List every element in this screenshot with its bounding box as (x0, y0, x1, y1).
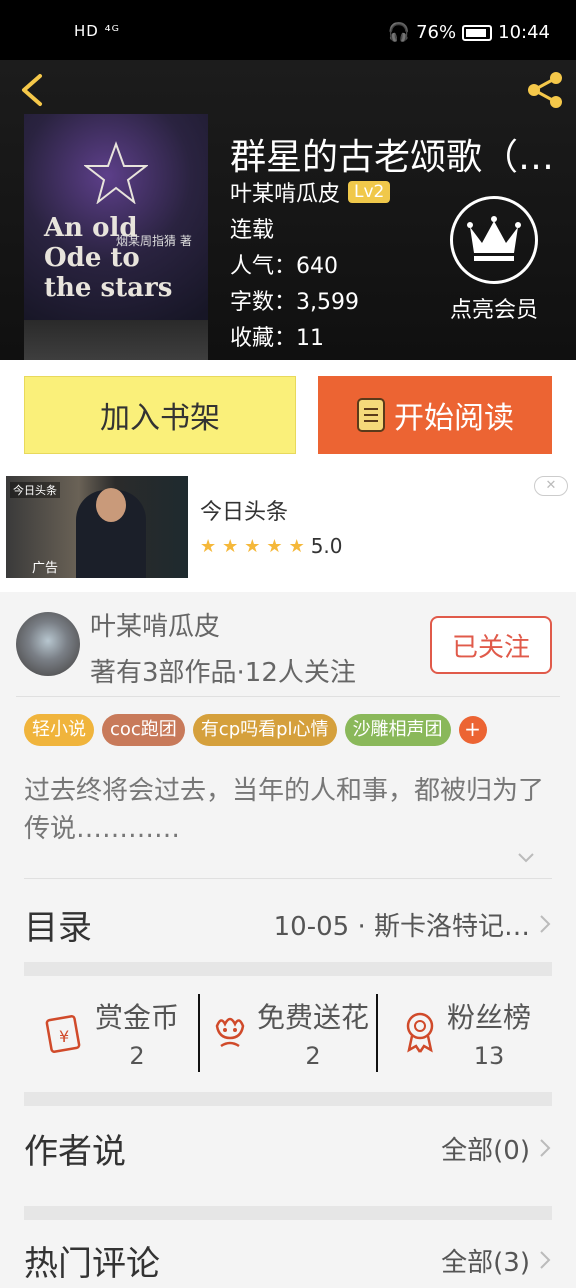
book-icon (357, 398, 385, 432)
hot-comments-all: 全部(3) (441, 1242, 552, 1279)
favorites-count: 收藏：11 (230, 326, 324, 351)
chevron-down-icon[interactable] (516, 848, 536, 868)
cover-author: 烟某周指猜 著 (116, 234, 192, 248)
author-card-name[interactable]: 叶某啃瓜皮 (90, 606, 220, 643)
divider (24, 878, 552, 879)
book-cover[interactable]: An old Ode to the stars 烟某周指猜 著 (24, 114, 208, 360)
popularity: 人气：640 (230, 254, 338, 279)
star-sigil-icon (84, 141, 148, 204)
gift-card-icon: ¥ (45, 1015, 81, 1053)
chevron-right-icon (540, 1139, 551, 1157)
star-icon: ★ (288, 535, 305, 557)
ad-rating: ★ ★ ★ ★ ★ 5.0 (200, 534, 343, 558)
author-says-row[interactable]: 作者说 全部(0) (24, 1120, 552, 1176)
network-indicators: HD ⁴ᴳ (74, 22, 120, 40)
crown-icon (450, 196, 538, 284)
medal-icon (406, 1012, 434, 1053)
flower-icon (215, 1017, 245, 1048)
latest-chapter: 10-05 · 斯卡洛特记… (273, 911, 530, 942)
reward-value: 2 (129, 1042, 145, 1070)
cover-rocks (24, 320, 208, 360)
star-icon: ★ (222, 535, 239, 557)
star-icon: ★ (266, 535, 283, 557)
svg-text:¥: ¥ (59, 1027, 69, 1046)
star-icon: ★ (200, 535, 217, 557)
section-divider (24, 1092, 552, 1106)
action-bar: 加入书架 开始阅读 (0, 360, 576, 470)
vip-button[interactable]: 点亮会员 (446, 196, 542, 324)
share-icon[interactable] (522, 68, 568, 112)
hot-comments-count: 全部(3) (441, 1247, 530, 1278)
flowers-value: 2 (305, 1042, 321, 1070)
section-divider (24, 962, 552, 976)
book-details: 叶某啃瓜皮 著有3部作品·12人关注 已关注 轻小说 coc跑团 有cp吗看pl… (0, 592, 576, 1284)
clock: 10:44 (498, 22, 550, 43)
back-arrow-icon[interactable] (14, 68, 54, 112)
flowers-label: 免费送花 (256, 1001, 369, 1034)
divider (198, 994, 200, 1072)
headphone-icon: 🎧 (387, 22, 411, 43)
fan-ranking[interactable]: 粉丝榜 13 (376, 988, 552, 1088)
add-tag-button[interactable]: + (458, 716, 487, 744)
author-card-stats: 著有3部作品·12人关注 (90, 658, 356, 688)
catalog-label: 目录 (24, 907, 92, 948)
follow-button[interactable]: 已关注 (430, 616, 552, 674)
serial-status: 连载 (230, 218, 275, 243)
ad-rating-value: 5.0 (310, 534, 343, 558)
star-icon: ★ (244, 535, 261, 557)
hot-comments-label: 热门评论 (24, 1243, 160, 1284)
tag-chip[interactable]: 轻小说 (24, 714, 94, 746)
ad-banner[interactable]: 今日头条 广告 今日头条 ★ ★ ★ ★ ★ 5.0 ✕ (0, 470, 576, 592)
catalog-latest: 10-05 · 斯卡洛特记… (274, 906, 552, 943)
send-flowers[interactable]: 免费送花 2 (200, 988, 376, 1088)
ad-close-icon[interactable]: ✕ (534, 476, 568, 496)
vip-label: 点亮会员 (449, 298, 538, 323)
reward-coins[interactable]: ¥ 赏金币 2 (24, 988, 200, 1088)
chevron-right-icon (540, 1251, 551, 1269)
catalog-row[interactable]: 目录 10-05 · 斯卡洛特记… (24, 896, 552, 952)
ad-label: 广告 (32, 561, 59, 576)
level-badge: Lv2 (348, 181, 391, 203)
tag-chip[interactable]: coc跑团 (102, 714, 185, 746)
chevron-right-icon (540, 915, 551, 933)
divider (16, 696, 560, 697)
tag-chip[interactable]: 有cp吗看pl心情 (192, 714, 337, 746)
word-count: 字数：3,599 (230, 290, 359, 315)
battery-percent: 76% (416, 22, 457, 43)
section-divider (24, 1206, 552, 1220)
reward-stats: ¥ 赏金币 2 免费送花 2 粉丝榜 13 (24, 988, 552, 1088)
fans-label: 粉丝榜 (446, 1001, 531, 1034)
battery-icon (462, 24, 493, 41)
author-name[interactable]: 叶某啃瓜皮 (230, 176, 340, 208)
reward-label: 赏金币 (94, 1001, 179, 1034)
author-avatar[interactable] (16, 612, 80, 676)
ad-thumbnail[interactable]: 今日头条 广告 (6, 476, 188, 578)
divider (376, 994, 378, 1072)
author-says-all: 全部(0) (441, 1130, 552, 1167)
book-title: 群星的古老颂歌（… (230, 137, 555, 178)
status-right: 🎧 76% 10:44 (388, 22, 550, 43)
author-says-label: 作者说 (24, 1131, 126, 1172)
author-says-count: 全部(0) (441, 1135, 530, 1166)
tag-list: 轻小说 coc跑团 有cp吗看pl心情 沙雕相声团 + (24, 714, 487, 746)
ad-app-name: 今日头条 (200, 500, 289, 525)
status-bar: HD ⁴ᴳ 🎧 76% 10:44 (0, 0, 576, 60)
cover-title: An old Ode to the stars (44, 213, 173, 303)
fans-value: 13 (473, 1042, 505, 1070)
tag-chip[interactable]: 沙雕相声团 (344, 714, 451, 746)
ad-brand: 今日头条 (10, 482, 60, 498)
book-header: An old Ode to the stars 烟某周指猜 著 群星的古老颂歌（… (0, 60, 576, 360)
start-reading-button[interactable]: 开始阅读 (318, 376, 552, 454)
start-reading-label: 开始阅读 (394, 401, 514, 436)
add-to-shelf-button[interactable]: 加入书架 (24, 376, 296, 454)
synopsis: 过去终将会过去，当年的人和事，都被归为了传说………… (24, 776, 545, 844)
ad-person-head (96, 488, 126, 522)
author-line[interactable]: 叶某啃瓜皮 Lv2 (230, 176, 391, 208)
